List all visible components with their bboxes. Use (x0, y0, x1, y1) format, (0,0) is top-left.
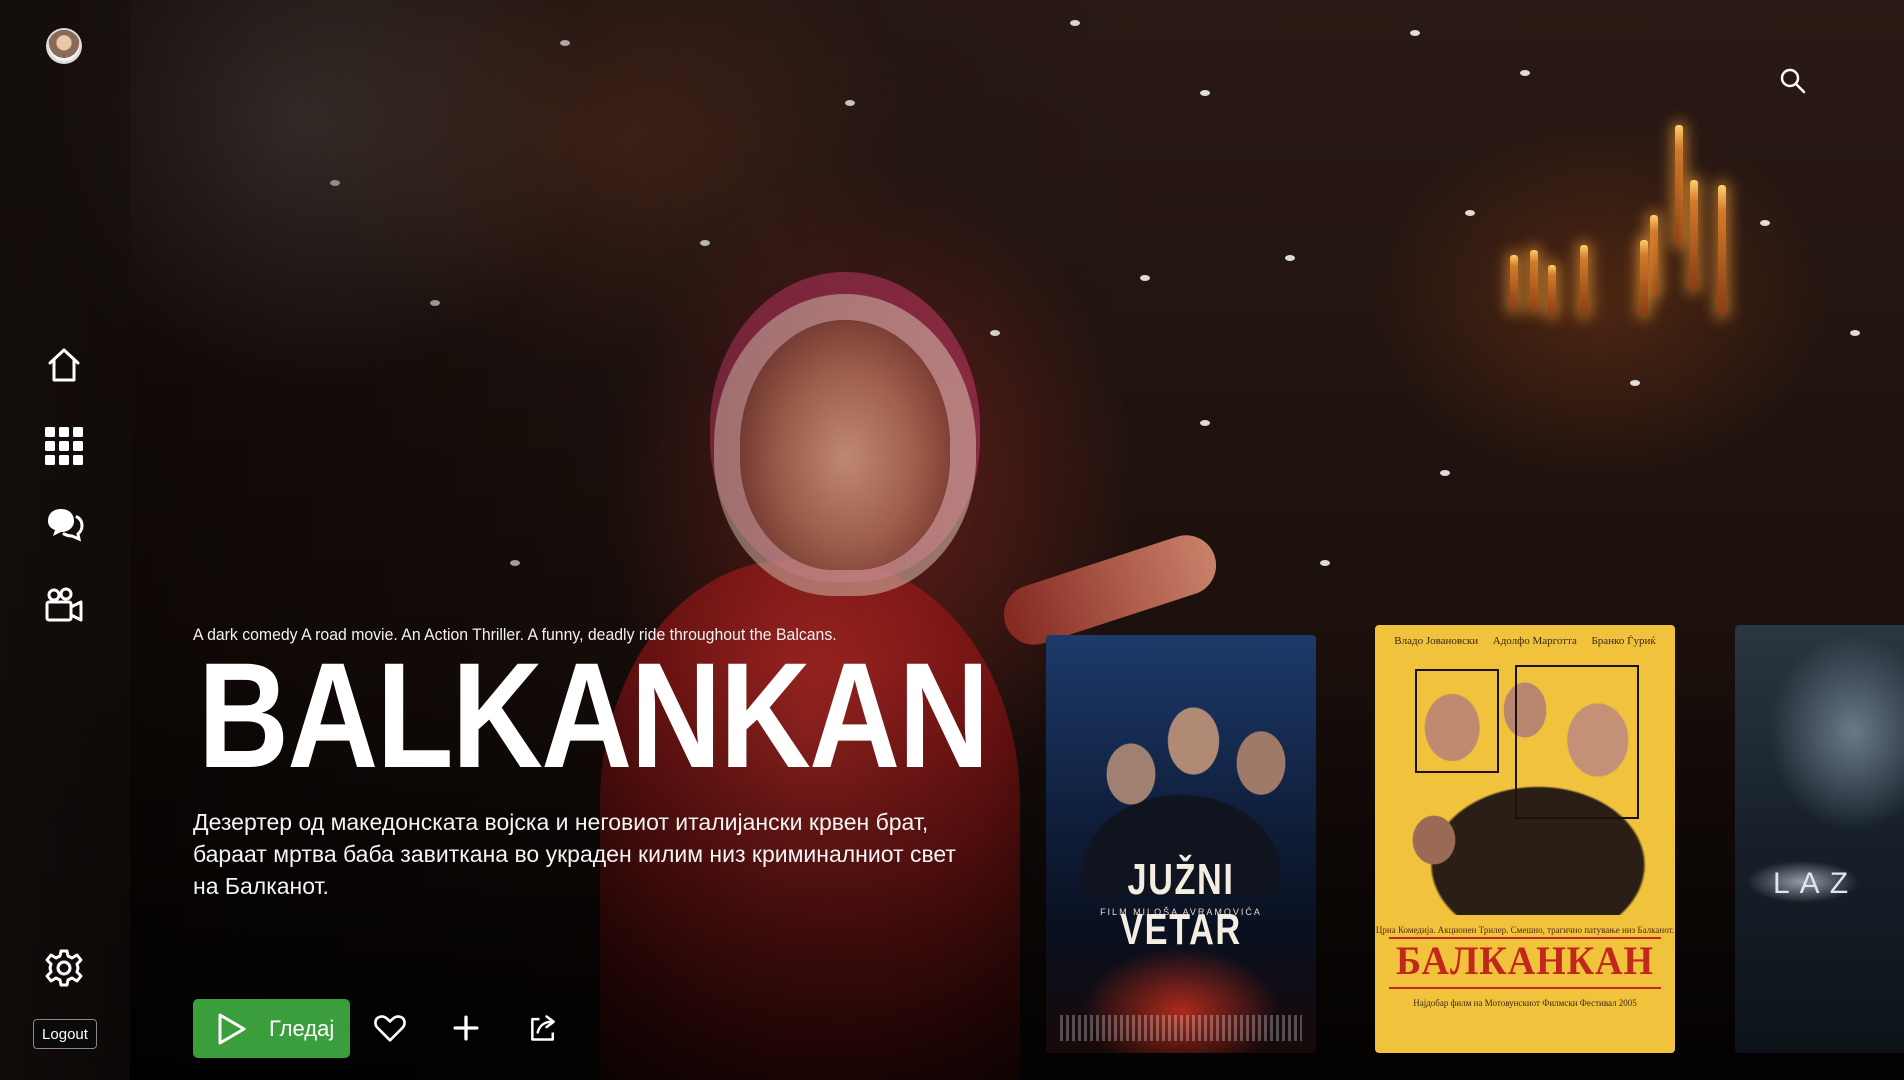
poster-subtitle: FILM MILOŠA AVRAMOVIĆA (1100, 907, 1262, 917)
poster-title: LAZ (1773, 867, 1859, 900)
add-to-list-button[interactable] (448, 1010, 484, 1046)
poster-artwork (1395, 665, 1655, 915)
poster-juzni-vetar[interactable]: JUŽNI VETAR FILM MILOŠA AVRAMOVIĆA (1046, 635, 1316, 1053)
poster-billing-block (1060, 1015, 1302, 1041)
poster-rule (1389, 987, 1661, 989)
featured-title: BALKANKAN (198, 631, 989, 799)
poster-cast-name: Бранко Ѓуриќ (1591, 635, 1656, 647)
settings-button[interactable] (42, 946, 86, 990)
poster-balkankan[interactable]: Владо Јовановски Адолфо Марготта Бранко … (1375, 625, 1675, 1053)
poster-award: Најдобар филм на Мотовунскиот Филмски Фе… (1413, 998, 1637, 1008)
nav-home[interactable] (42, 343, 86, 387)
nav-apps[interactable] (42, 424, 86, 468)
logout-button[interactable]: Logout (33, 1019, 97, 1049)
grid-icon (45, 427, 83, 465)
avatar[interactable] (48, 30, 80, 62)
camera-icon (45, 587, 83, 622)
nav-movies[interactable] (42, 583, 86, 627)
heart-icon (374, 1015, 406, 1042)
poster-title: JUŽNI VETAR (1120, 855, 1242, 954)
favorite-button[interactable] (372, 1010, 408, 1046)
share-button[interactable] (525, 1010, 561, 1046)
gear-icon (45, 949, 83, 987)
home-icon (48, 348, 80, 382)
poster-tagline: Црна Комедија. Акционен Трилер. Смешно, … (1375, 925, 1675, 935)
poster-title: БАЛКАНКАН (1395, 938, 1655, 983)
search-icon (1780, 68, 1806, 94)
search-button[interactable] (1778, 66, 1808, 96)
poster-cast-name: Адолфо Марготта (1492, 635, 1577, 647)
plus-icon (453, 1015, 479, 1041)
poster-laz[interactable]: LAZ (1735, 625, 1904, 1053)
share-icon (531, 1015, 555, 1041)
poster-cast-name: Владо Јовановски (1394, 635, 1479, 647)
sidebar: Logout (0, 0, 130, 1080)
play-button-label: Гледај (269, 1015, 335, 1041)
featured-description: Дезертер од македонската војска и негови… (193, 809, 956, 899)
play-icon (218, 1013, 246, 1044)
chat-icon (48, 509, 84, 542)
poster-cast: Владо Јовановски Адолфо Марготта Бранко … (1375, 635, 1675, 647)
nav-chat[interactable] (42, 502, 86, 546)
play-button[interactable]: Гледај (193, 999, 350, 1058)
